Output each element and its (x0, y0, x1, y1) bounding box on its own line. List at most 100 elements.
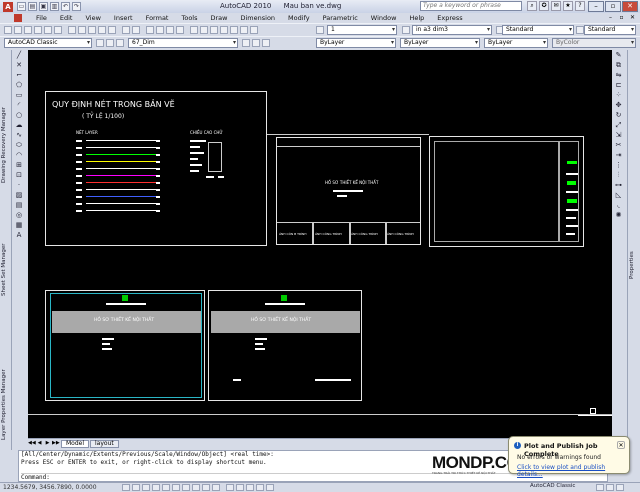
publish-icon[interactable] (54, 26, 62, 34)
layer-dropdown[interactable]: 67_Dim (128, 38, 238, 48)
annotation-scale-icon[interactable] (316, 26, 324, 34)
cover-sheet[interactable]: HỒ SƠ THIẾT KẾ NỘI THẤT ẢNH CÔN B TRÌNH … (276, 137, 421, 245)
tray-settings-icon[interactable] (596, 484, 604, 491)
tool-palettes-icon[interactable] (210, 26, 218, 34)
workspace-switch[interactable]: AutoCAD Classic (530, 483, 575, 489)
plot-toolbar-icon[interactable] (34, 26, 42, 34)
redo-toolbar-icon[interactable] (132, 26, 140, 34)
circle-icon[interactable]: ○ (14, 111, 24, 120)
array-icon[interactable]: ⁘ (614, 91, 623, 100)
undo-toolbar-icon[interactable] (122, 26, 130, 34)
workspace-dropdown[interactable]: AutoCAD Classic (4, 38, 92, 48)
sheet-set-icon[interactable] (220, 26, 228, 34)
linetype-legend-sheet[interactable]: QUY ĐỊNH NÉT TRONG BẢN VẼ ( TỶ LỆ 1/100)… (45, 91, 267, 246)
layout-sheet-b[interactable]: HỒ SƠ THIẾT KẾ NỘI THẤT (208, 290, 362, 401)
clean-screen-icon[interactable] (616, 484, 624, 491)
save-toolbar-icon[interactable] (24, 26, 32, 34)
break-icon[interactable]: ⫶ (614, 171, 623, 180)
restore-button[interactable]: ▫ (605, 1, 621, 12)
menu-window[interactable]: Window (371, 14, 397, 22)
menu-file[interactable]: File (36, 14, 47, 22)
help-search-input[interactable]: Type a keyword or phrase (420, 1, 522, 11)
lineweight-dropdown[interactable]: ByLayer (484, 38, 548, 48)
next-tab-arrow-icon[interactable]: ▶ (44, 440, 51, 447)
autocad-logo-icon[interactable]: A (3, 1, 13, 12)
polar-tracking-icon[interactable] (152, 484, 160, 491)
open-file-icon[interactable]: ▤ (28, 2, 37, 11)
search-icon[interactable]: ⌕ (527, 1, 537, 11)
paste-icon[interactable] (88, 26, 96, 34)
menu-express[interactable]: Express (437, 14, 462, 22)
menu-parametric[interactable]: Parametric (323, 14, 358, 22)
zoom-previous-icon[interactable] (176, 26, 184, 34)
design-center-icon[interactable] (200, 26, 208, 34)
break-at-point-icon[interactable]: ⋮ (614, 161, 623, 170)
redo-icon[interactable]: ↷ (72, 2, 81, 11)
grid-display-icon[interactable] (132, 484, 140, 491)
close-button[interactable]: ✕ (622, 1, 638, 12)
pan-status-icon[interactable] (256, 484, 264, 491)
linetype-dropdown[interactable]: ByLayer (400, 38, 480, 48)
annotation-scale-dropdown[interactable]: 1 (327, 25, 397, 35)
scale-icon[interactable]: ⤢ (614, 121, 623, 130)
menu-help[interactable]: Help (409, 14, 424, 22)
table-style-dropdown[interactable]: Standard (584, 25, 636, 35)
last-tab-arrow-icon[interactable]: ▶▶ (52, 440, 60, 447)
layer-previous-icon[interactable] (252, 39, 260, 47)
object-snap-icon[interactable] (162, 484, 170, 491)
plotstyle-dropdown[interactable]: ByColor (552, 38, 636, 48)
arc-icon[interactable]: ◜ (14, 101, 24, 110)
object-snap-tracking-icon[interactable] (172, 484, 180, 491)
undo-icon[interactable]: ↶ (61, 2, 70, 11)
quick-properties-icon[interactable] (212, 484, 220, 491)
chamfer-icon[interactable]: ◺ (614, 191, 623, 200)
point-icon[interactable]: · (14, 181, 24, 190)
cut-icon[interactable] (68, 26, 76, 34)
zoom-window-icon[interactable] (166, 26, 174, 34)
ellipse-arc-icon[interactable]: ◠ (14, 151, 24, 160)
prev-tab-arrow-icon[interactable]: ◀ (36, 440, 43, 447)
zoom-status-icon[interactable] (266, 484, 274, 491)
help-icon[interactable]: ? (575, 1, 585, 11)
model-space-canvas[interactable]: QUY ĐỊNH NÉT TRONG BẢN VẼ ( TỶ LỆ 1/100)… (28, 50, 612, 438)
new-file-icon[interactable]: ▭ (17, 2, 26, 11)
coordinates-readout[interactable]: 1234.5679, 3456.7890, 0.0000 (3, 484, 97, 491)
plot-preview-icon[interactable] (44, 26, 52, 34)
layer-tool-icon[interactable] (262, 39, 270, 47)
copy-object-icon[interactable]: ⧉ (614, 61, 623, 70)
layer-properties-tab[interactable]: Layer Properties Manager (1, 360, 11, 450)
revision-cloud-icon[interactable]: ☁ (14, 121, 24, 130)
doc-close-button[interactable]: ✕ (628, 13, 637, 22)
doc-restore-button[interactable]: ▫ (617, 13, 626, 22)
properties-tab[interactable]: Properties (629, 245, 639, 285)
menu-modify[interactable]: Modify (288, 14, 310, 22)
drawing-recovery-tab[interactable]: Drawing Recovery Manager (1, 80, 11, 210)
text-style-dropdown[interactable]: Standard (502, 25, 574, 35)
menu-draw[interactable]: Draw (211, 14, 228, 22)
layer-state-icon[interactable] (116, 39, 124, 47)
quick-view-drawings-icon[interactable] (246, 484, 254, 491)
plot-tray-icon[interactable] (606, 484, 614, 491)
pan-icon[interactable] (146, 26, 154, 34)
qnew-icon[interactable] (4, 26, 12, 34)
fillet-icon[interactable]: ◟ (614, 201, 623, 210)
doc-minimize-button[interactable]: – (606, 13, 615, 22)
join-icon[interactable]: ⊶ (614, 181, 623, 190)
offset-icon[interactable]: ⊏ (614, 81, 623, 90)
polygon-icon[interactable]: ⬠ (14, 81, 24, 90)
gradient-icon[interactable]: ▤ (14, 201, 24, 210)
move-icon[interactable]: ✥ (614, 101, 623, 110)
markup-icon[interactable] (230, 26, 238, 34)
quickcalc-icon[interactable] (240, 26, 248, 34)
hatch-icon[interactable]: ▨ (14, 191, 24, 200)
spline-icon[interactable]: ∿ (14, 131, 24, 140)
table-style-icon[interactable] (576, 26, 584, 34)
dynamic-ucs-icon[interactable] (182, 484, 190, 491)
layer-properties-icon[interactable] (106, 39, 114, 47)
rectangle-icon[interactable]: ▭ (14, 91, 24, 100)
polyline-icon[interactable]: ⌐ (14, 71, 24, 80)
region-icon[interactable]: ◎ (14, 211, 24, 220)
dim-style-icon[interactable] (402, 26, 410, 34)
stretch-icon[interactable]: ⇲ (614, 131, 623, 140)
explode-icon[interactable]: ✺ (614, 211, 623, 220)
